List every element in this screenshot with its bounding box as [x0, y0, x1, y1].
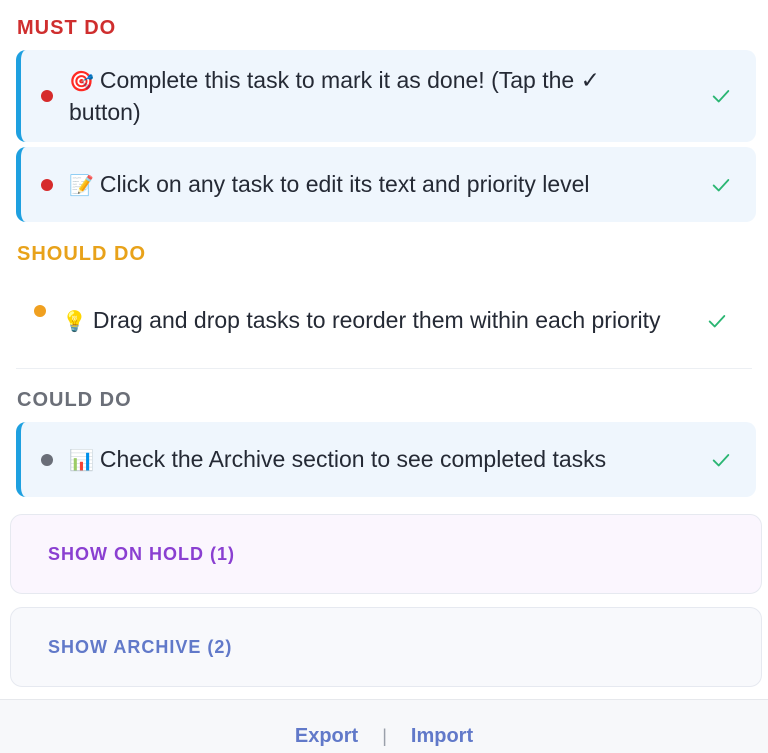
task-item[interactable]: 📊 Check the Archive section to see comple…: [16, 422, 756, 497]
task-text[interactable]: 💡 Drag and drop tasks to reorder them wit…: [62, 305, 752, 337]
show-on-hold-label: SHOW ON HOLD (1): [48, 543, 235, 564]
priority-dot-icon: [41, 178, 53, 191]
task-text[interactable]: 📊 Check the Archive section to see comple…: [69, 444, 756, 476]
export-link[interactable]: Export: [295, 725, 358, 748]
bar-chart-icon: 📊: [69, 447, 94, 472]
show-archive-button[interactable]: SHOW ARCHIVE (2): [10, 607, 762, 687]
footer-separator: |: [382, 726, 387, 746]
memo-icon: 📝: [69, 172, 94, 197]
check-icon[interactable]: [710, 174, 732, 196]
task-label: Check the Archive section to see complet…: [99, 445, 607, 472]
show-on-hold-button[interactable]: SHOW ON HOLD (1): [10, 514, 762, 594]
task-item[interactable]: 💡 Drag and drop tasks to reorder them wit…: [16, 273, 752, 369]
target-icon: 🎯: [69, 68, 94, 93]
footer: Export | Import: [0, 699, 768, 753]
import-link[interactable]: Import: [411, 725, 473, 748]
check-icon[interactable]: [710, 85, 732, 107]
lightbulb-icon: 💡: [62, 308, 87, 333]
priority-dot-icon: [41, 90, 53, 102]
priority-dot-icon: [34, 305, 46, 317]
priority-dot-icon: [41, 453, 53, 466]
section-title-could-do: COULD DO: [17, 389, 132, 411]
task-item[interactable]: 🎯 Complete this task to mark it as done! …: [16, 50, 756, 142]
task-text[interactable]: 🎯 Complete this task to mark it as done! …: [69, 65, 756, 128]
show-archive-label: SHOW ARCHIVE (2): [48, 636, 233, 657]
task-item[interactable]: 📝 Click on any task to edit its text and …: [16, 147, 756, 222]
task-text[interactable]: 📝 Click on any task to edit its text and …: [69, 169, 756, 201]
task-label: Click on any task to edit its text and p…: [99, 170, 590, 197]
task-label: Complete this task to mark it as done! (…: [69, 66, 600, 125]
check-icon[interactable]: [706, 310, 728, 332]
check-icon[interactable]: [710, 449, 732, 471]
task-label: Drag and drop tasks to reorder them with…: [92, 306, 661, 333]
section-title-must-do: MUST DO: [17, 17, 117, 39]
section-title-should-do: SHOULD DO: [17, 243, 146, 265]
